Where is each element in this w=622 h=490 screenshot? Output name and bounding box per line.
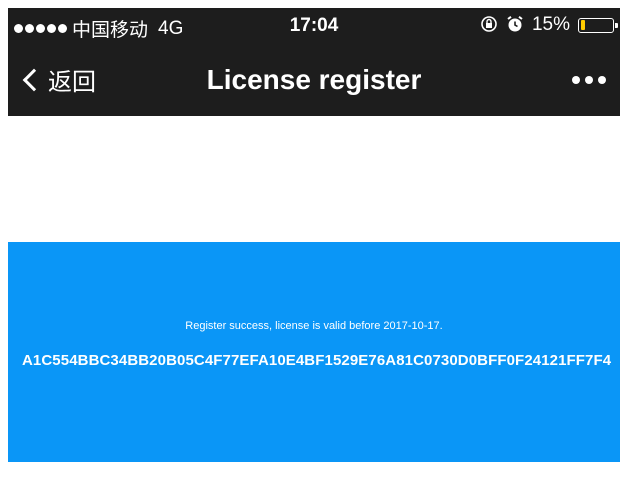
license-key: A1C554BBC34BB20B05C4F77EFA10E4BF1529E76A… [22,352,612,369]
battery-icon [578,17,618,33]
content-spacer [8,116,620,242]
orientation-lock-icon [480,15,498,36]
status-bar: 中国移动 4G 17:04 15% [8,8,620,44]
more-dots-icon[interactable] [572,76,606,84]
register-result-panel: Register success, license is valid befor… [8,242,620,462]
battery-tip [615,22,618,28]
alarm-icon [506,15,524,36]
battery-fill [580,20,585,30]
navigation-bar: 返回 License register [8,44,620,116]
status-right: 15% [480,14,618,36]
app-screen: 中国移动 4G 17:04 15% 返回 License register Re… [8,8,620,490]
battery-percent: 15% [531,14,570,35]
page-title: License register [206,64,422,95]
success-message: Register success, license is valid befor… [185,320,443,332]
